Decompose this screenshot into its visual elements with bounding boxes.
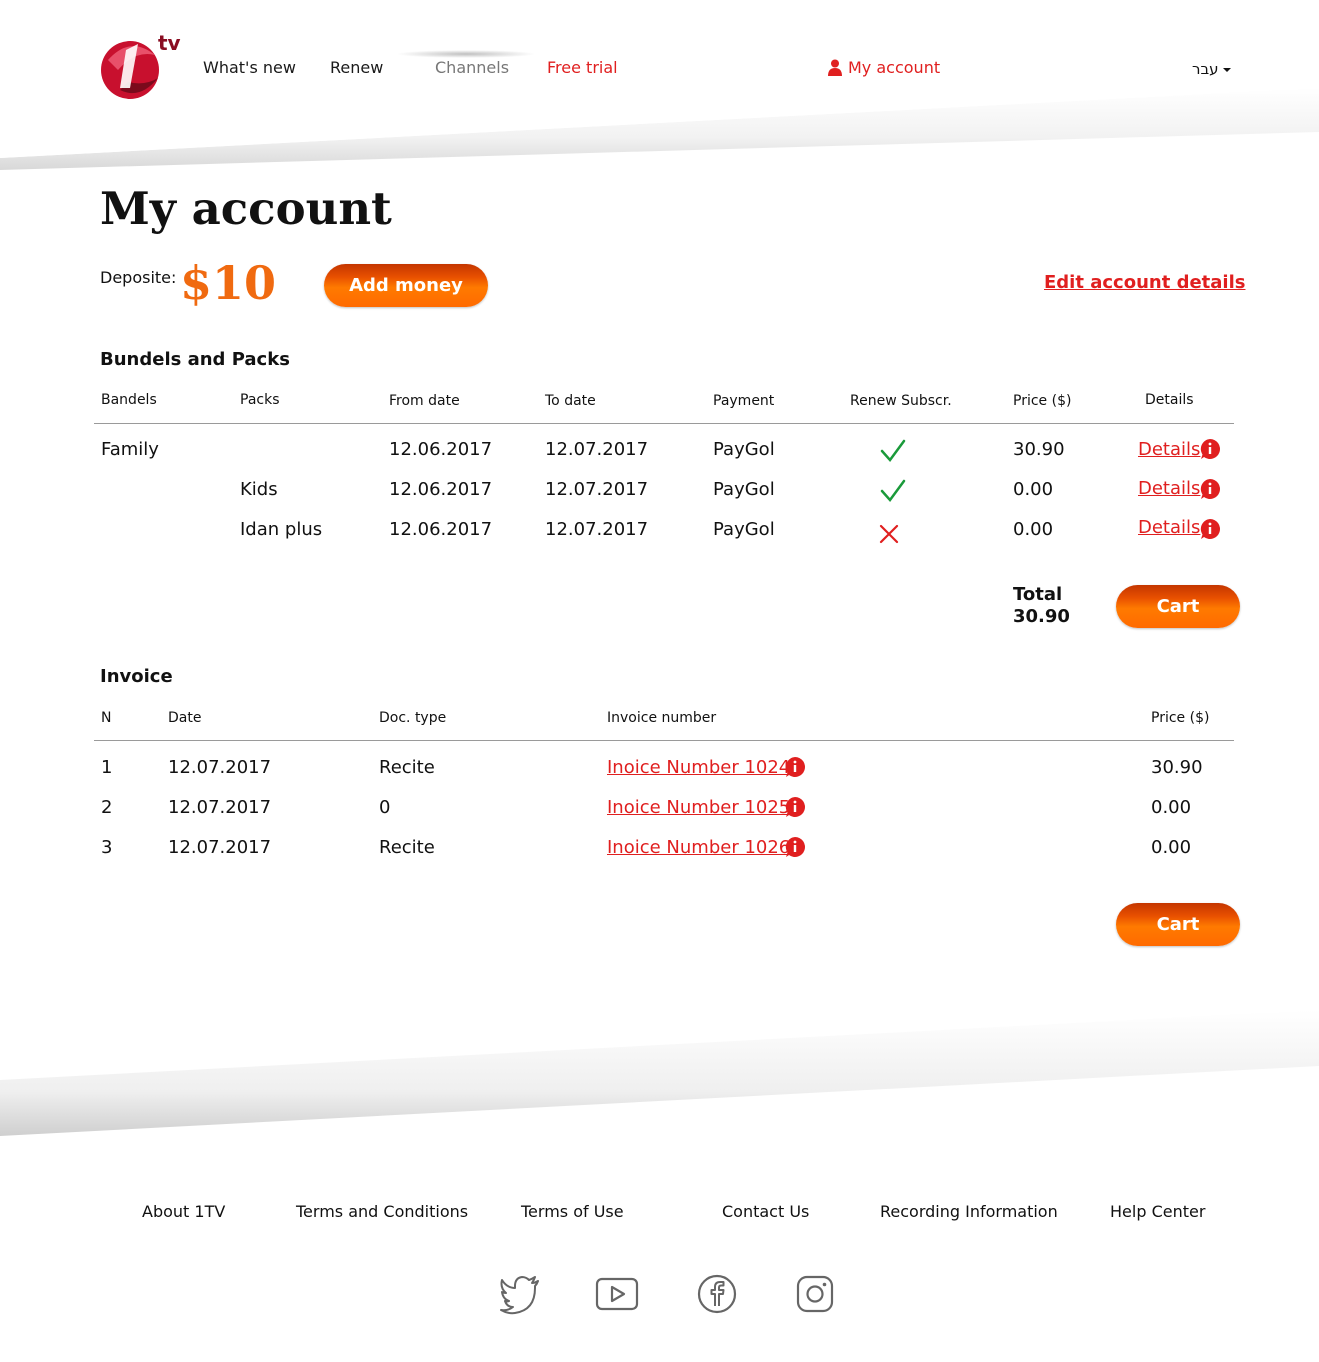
col-header-bundles: Bandels xyxy=(101,392,157,408)
cell-price: 0.00 xyxy=(1151,797,1192,818)
cell-price: 0.00 xyxy=(1013,479,1054,500)
cell-to-date: 12.07.2017 xyxy=(545,519,649,540)
total-label: Total xyxy=(1013,584,1063,605)
cell-price: 30.90 xyxy=(1013,439,1065,460)
col-header-renew: Renew Subscr. xyxy=(850,393,952,409)
edit-account-details-link[interactable]: Edit account details xyxy=(1044,272,1245,293)
logo-text: tv xyxy=(158,31,181,55)
footer-link-recording-info[interactable]: Recording Information xyxy=(880,1202,1058,1221)
col-header-details: Details xyxy=(1145,392,1194,408)
language-label: עבר xyxy=(1192,60,1219,78)
footer-link-terms-of-use[interactable]: Terms of Use xyxy=(521,1202,624,1221)
nav-free-trial[interactable]: Free trial xyxy=(547,58,618,77)
language-selector[interactable]: עבר xyxy=(1192,60,1231,78)
deposit-amount: $10 xyxy=(180,256,277,310)
cell-payment: PayGol xyxy=(713,479,775,500)
brand-logo[interactable]: tv xyxy=(100,30,190,102)
deposit-label: Deposite: xyxy=(100,268,177,287)
col-header-to-date: To date xyxy=(545,393,596,409)
nav-renew[interactable]: Renew xyxy=(330,58,383,77)
col-header-packs: Packs xyxy=(240,392,280,408)
info-icon[interactable] xyxy=(1199,478,1221,500)
info-icon[interactable] xyxy=(784,796,806,818)
cell-date: 12.07.2017 xyxy=(168,837,272,858)
footer-link-terms-conditions[interactable]: Terms and Conditions xyxy=(296,1202,468,1221)
check-icon xyxy=(880,439,906,462)
cell-payment: PayGol xyxy=(713,439,775,460)
instagram-icon[interactable] xyxy=(793,1272,837,1316)
invoice-number-link[interactable]: Inoice Number 1025 xyxy=(607,797,790,818)
cell-n: 1 xyxy=(101,757,113,778)
info-icon[interactable] xyxy=(1199,438,1221,460)
add-money-button[interactable]: Add money xyxy=(324,264,488,307)
cell-pack: Kids xyxy=(240,479,278,500)
page-title: My account xyxy=(100,182,392,235)
bundles-cart-button[interactable]: Cart xyxy=(1116,585,1240,628)
table-divider xyxy=(94,740,1234,741)
info-icon[interactable] xyxy=(784,836,806,858)
footer-link-contact[interactable]: Contact Us xyxy=(722,1202,809,1221)
header-swoosh xyxy=(0,0,1319,170)
bundles-section-title: Bundels and Packs xyxy=(100,349,290,370)
details-link[interactable]: Details xyxy=(1138,517,1200,538)
col-header-invoice-number: Invoice number xyxy=(607,710,717,726)
col-header-price: Price ($) xyxy=(1013,393,1072,409)
footer-link-about[interactable]: About 1TV xyxy=(142,1202,225,1221)
twitter-icon[interactable] xyxy=(498,1272,542,1316)
chevron-down-icon xyxy=(1222,68,1231,72)
nav-active-glow xyxy=(396,50,536,58)
user-icon xyxy=(828,59,842,76)
cell-price: 0.00 xyxy=(1151,837,1192,858)
youtube-icon[interactable] xyxy=(595,1272,639,1316)
nav-whats-new[interactable]: What's new xyxy=(203,58,296,77)
cell-date: 12.07.2017 xyxy=(168,757,272,778)
details-link[interactable]: Details xyxy=(1138,478,1200,499)
footer-swoosh xyxy=(0,1010,1319,1136)
site-header: tv What's new Renew Channels Free trial … xyxy=(0,0,1319,170)
table-divider xyxy=(94,423,1234,424)
footer-link-help-center[interactable]: Help Center xyxy=(1110,1202,1205,1221)
cell-bundle: Family xyxy=(101,439,159,460)
cell-doc-type: Recite xyxy=(379,757,435,778)
cell-doc-type: 0 xyxy=(379,797,391,818)
cell-date: 12.07.2017 xyxy=(168,797,272,818)
col-header-doc-type: Doc. type xyxy=(379,710,447,726)
col-header-price: Price ($) xyxy=(1151,710,1210,726)
cell-from-date: 12.06.2017 xyxy=(389,479,493,500)
info-icon[interactable] xyxy=(784,756,806,778)
col-header-from-date: From date xyxy=(389,393,460,409)
cell-n: 2 xyxy=(101,797,113,818)
invoice-number-link[interactable]: Inoice Number 1024 xyxy=(607,757,790,778)
invoice-cart-button[interactable]: Cart xyxy=(1116,903,1240,946)
check-icon xyxy=(880,479,906,502)
invoice-section-title: Invoice xyxy=(100,666,173,687)
col-header-date: Date xyxy=(168,710,202,726)
cell-n: 3 xyxy=(101,837,113,858)
info-icon[interactable] xyxy=(1199,518,1221,540)
my-account-link[interactable]: My account xyxy=(828,58,940,77)
total-value: 30.90 xyxy=(1013,606,1070,627)
cell-from-date: 12.06.2017 xyxy=(389,439,493,460)
col-header-payment: Payment xyxy=(713,393,775,409)
cell-doc-type: Recite xyxy=(379,837,435,858)
nav-channels[interactable]: Channels xyxy=(435,58,509,77)
cell-payment: PayGol xyxy=(713,519,775,540)
cell-to-date: 12.07.2017 xyxy=(545,479,649,500)
invoice-number-link[interactable]: Inoice Number 1026 xyxy=(607,837,790,858)
cell-to-date: 12.07.2017 xyxy=(545,439,649,460)
cross-icon xyxy=(879,524,899,544)
cell-price: 0.00 xyxy=(1013,519,1054,540)
cell-price: 30.90 xyxy=(1151,757,1203,778)
my-account-label: My account xyxy=(848,58,941,77)
facebook-icon[interactable] xyxy=(695,1272,739,1316)
bundles-total: Total 30.90 xyxy=(1013,584,1070,628)
details-link[interactable]: Details xyxy=(1138,439,1200,460)
col-header-n: N xyxy=(101,710,112,726)
cell-pack: Idan plus xyxy=(240,519,323,540)
cell-from-date: 12.06.2017 xyxy=(389,519,493,540)
